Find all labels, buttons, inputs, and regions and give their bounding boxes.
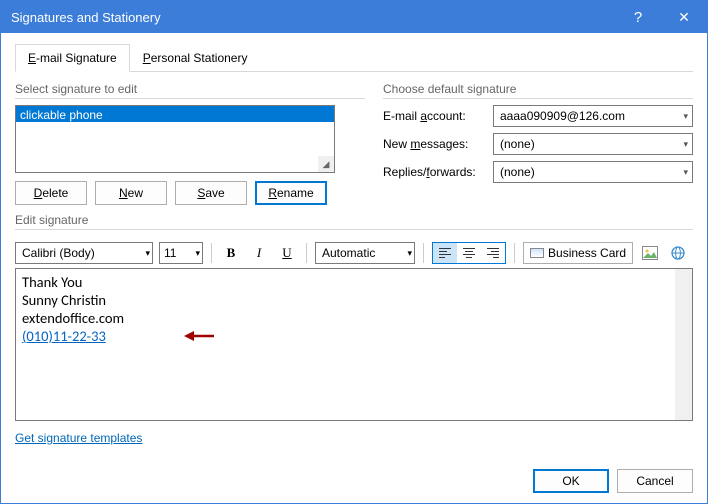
default-signature-label: Choose default signature (383, 82, 693, 96)
align-right-button[interactable] (481, 243, 505, 263)
new-button[interactable]: New (95, 181, 167, 205)
separator (211, 243, 212, 263)
tabs-row: E-mail Signature Personal Stationery (15, 43, 693, 72)
signature-editor[interactable]: Thank You Sunny Christin extendoffice.co… (16, 269, 675, 420)
cancel-button[interactable]: Cancel (617, 469, 693, 493)
help-button[interactable]: ? (615, 1, 661, 33)
ok-button[interactable]: OK (533, 469, 609, 493)
insert-picture-button[interactable] (639, 242, 661, 264)
new-messages-label: New messages: (383, 137, 493, 151)
email-account-combo[interactable]: aaaa090909@126.com ▾ (493, 105, 693, 127)
italic-button[interactable]: I (248, 242, 270, 264)
tab-personal-stationery[interactable]: Personal Stationery (130, 44, 261, 72)
chevron-down-icon: ▾ (683, 139, 688, 150)
titlebar-title: Signatures and Stationery (11, 10, 615, 25)
dialog-window: Signatures and Stationery ? ✕ E-mail Sig… (0, 0, 708, 504)
default-signature-group: Choose default signature E-mail account:… (383, 82, 693, 205)
editor-scrollbar[interactable] (675, 269, 692, 420)
editor-line: Thank You (22, 273, 669, 291)
separator (423, 243, 424, 263)
font-combo[interactable]: Calibri (Body) ▾ (15, 242, 153, 264)
phone-hyperlink[interactable]: (010)11-22-33 (22, 327, 106, 345)
separator (306, 243, 307, 263)
chevron-down-icon: ▾ (407, 248, 412, 259)
replies-forwards-label: Replies/forwards: (383, 165, 493, 179)
align-group (432, 242, 506, 264)
chevron-down-icon: ▾ (195, 248, 200, 259)
separator (514, 243, 515, 263)
save-button[interactable]: Save (175, 181, 247, 205)
delete-button[interactable]: Delete (15, 181, 87, 205)
close-button[interactable]: ✕ (661, 1, 707, 33)
align-left-button[interactable] (433, 243, 457, 263)
font-color-combo[interactable]: Automatic ▾ (315, 242, 415, 264)
rename-button[interactable]: Rename (255, 181, 327, 205)
insert-hyperlink-button[interactable] (667, 242, 689, 264)
edit-signature-group: Calibri (Body) ▾ 11 ▾ B I U Automatic ▾ (15, 229, 693, 421)
dialog-content: E-mail Signature Personal Stationery Sel… (1, 33, 707, 459)
tab-email-signature[interactable]: E-mail Signature (15, 44, 130, 72)
card-icon (530, 248, 544, 258)
scroll-handle[interactable]: ◢ (318, 156, 334, 172)
editor-line: Sunny Christin (22, 291, 669, 309)
chevron-down-icon: ▾ (145, 248, 150, 259)
titlebar: Signatures and Stationery ? ✕ (1, 1, 707, 33)
email-account-label: E-mail account: (383, 109, 493, 123)
underline-button[interactable]: U (276, 242, 298, 264)
align-center-button[interactable] (457, 243, 481, 263)
new-messages-combo[interactable]: (none) ▾ (493, 133, 693, 155)
editor-wrap: Thank You Sunny Christin extendoffice.co… (15, 268, 693, 421)
get-templates-link[interactable]: Get signature templates (15, 431, 693, 445)
bold-button[interactable]: B (220, 242, 242, 264)
font-size-combo[interactable]: 11 ▾ (159, 242, 203, 264)
business-card-button[interactable]: Business Card (523, 242, 633, 264)
chevron-down-icon: ▾ (683, 167, 688, 178)
select-signature-group: Select signature to edit clickable phone… (15, 82, 365, 205)
upper-area: Select signature to edit clickable phone… (15, 82, 693, 205)
editor-line: extendoffice.com (22, 309, 669, 327)
signature-list[interactable]: clickable phone ◢ (15, 105, 335, 173)
replies-forwards-combo[interactable]: (none) ▾ (493, 161, 693, 183)
signature-button-row: Delete New Save Rename (15, 181, 365, 205)
signature-list-item[interactable]: clickable phone (16, 106, 334, 122)
dialog-footer: OK Cancel (1, 459, 707, 503)
chevron-down-icon: ▾ (683, 111, 688, 122)
editor-toolbar: Calibri (Body) ▾ 11 ▾ B I U Automatic ▾ (15, 240, 693, 266)
annotation-arrow (184, 329, 214, 343)
